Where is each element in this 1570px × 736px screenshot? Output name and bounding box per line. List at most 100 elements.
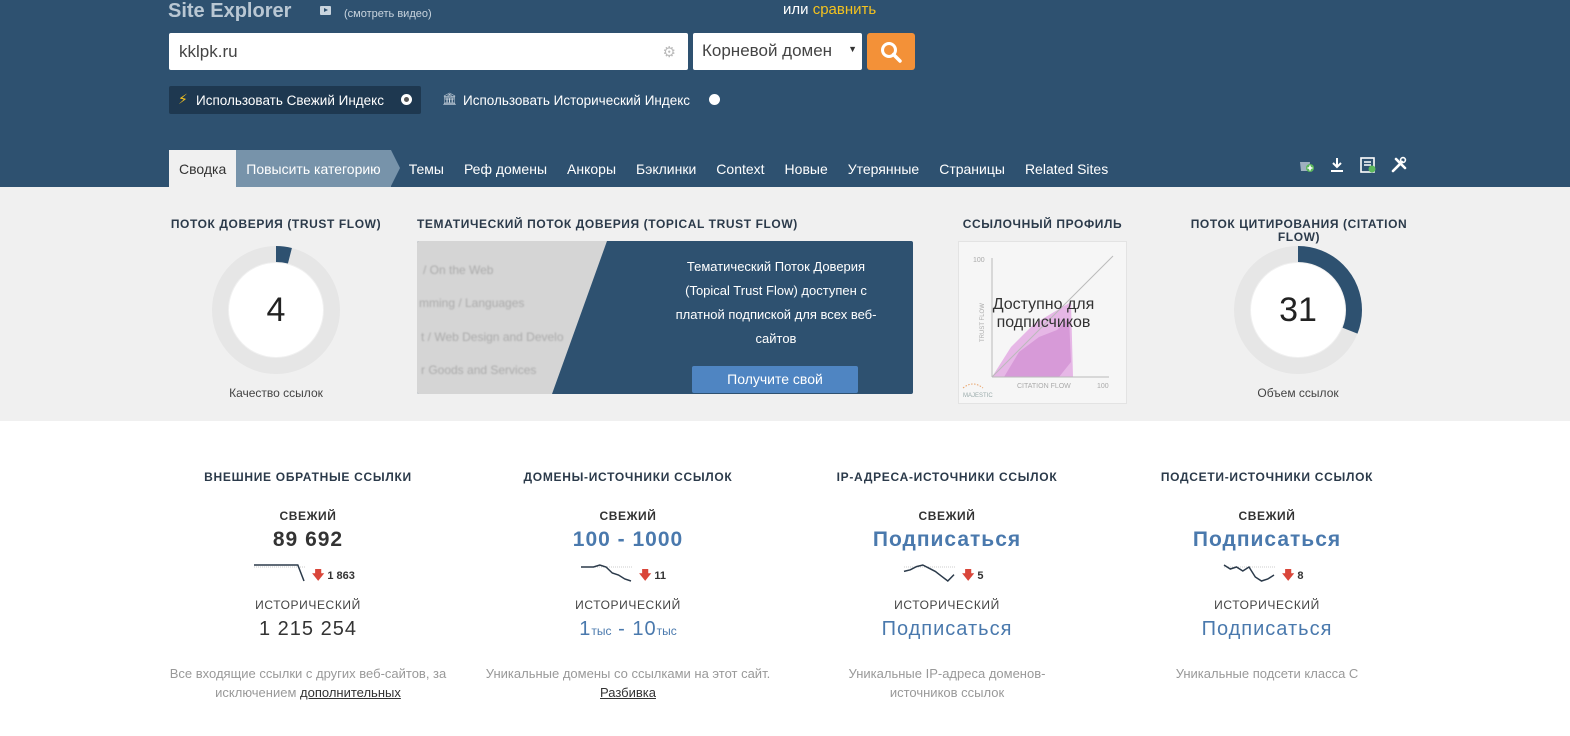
- arrow-down-icon: 🡇: [962, 568, 975, 582]
- stat-title: ДОМЕНЫ-ИСТОЧНИКИ ССЫЛОК: [523, 470, 733, 484]
- tab-backlinks[interactable]: Бэклинки: [626, 150, 706, 187]
- stat-title: ВНЕШНИЕ ОБРАТНЫЕ ССЫЛКИ: [204, 470, 412, 484]
- topical-trust-flow-title: ТЕМАТИЧЕСКИЙ ПОТОК ДОВЕРИЯ (TOPICAL TRUS…: [417, 217, 798, 231]
- arrow-down-icon: 🡇: [312, 568, 325, 582]
- tools-icon[interactable]: [1390, 156, 1408, 174]
- fresh-index-option[interactable]: ⚡ Использовать Свежий Индекс: [169, 86, 421, 114]
- stat-fresh-label: СВЕЖИЙ: [1238, 509, 1296, 523]
- stat-delta: 🡇 8: [1282, 566, 1303, 587]
- scope-select[interactable]: Корневой домен ▼: [693, 33, 862, 70]
- bank-icon: 🏛: [442, 92, 458, 106]
- historic-index-option[interactable]: 🏛 Использовать Исторический Индекс: [442, 92, 720, 108]
- stat-description: Уникальные подсети класса С: [1175, 666, 1359, 681]
- tab-pages[interactable]: Страницы: [929, 150, 1015, 187]
- blurred-topic: t / Web Design and Develo: [421, 330, 564, 344]
- breakdown-link[interactable]: Разбивка: [600, 685, 656, 700]
- hist-low-unit: тыс: [591, 624, 612, 638]
- stat-hist-label: ИСТОРИЧЕСКИЙ: [575, 598, 681, 612]
- subscribe-link[interactable]: Подписаться: [1107, 618, 1427, 641]
- citation-flow-caption: Объем ссылок: [1257, 386, 1339, 400]
- subscribe-link[interactable]: Подписаться: [1107, 528, 1427, 554]
- tab-topics[interactable]: Темы: [399, 150, 454, 187]
- stat-delta: 🡇 5: [962, 566, 983, 587]
- tab-anchors[interactable]: Анкоры: [557, 150, 626, 187]
- compare-prompt: или сравнить: [783, 1, 876, 18]
- download-icon[interactable]: [1328, 156, 1346, 174]
- scope-select-value: Корневой домен: [702, 41, 833, 60]
- citation-flow-value: 31: [1279, 290, 1317, 329]
- blurred-topic: r Goods and Services: [421, 363, 537, 377]
- header: Site Explorer (смотреть видео) или сравн…: [0, 0, 1570, 187]
- historic-index-radio[interactable]: [709, 94, 720, 105]
- blurred-topics-preview: / On the Web mming / Languages t / Web D…: [417, 241, 607, 394]
- trust-flow-value: 4: [266, 290, 286, 329]
- video-icon[interactable]: [320, 6, 331, 15]
- citation-flow-gauge: 31: [1234, 246, 1362, 374]
- watch-video-link[interactable]: (смотреть видео): [344, 8, 432, 20]
- stat-delta-value: 8: [1297, 570, 1304, 582]
- stat-hist-label: ИСТОРИЧЕСКИЙ: [255, 598, 361, 612]
- tab-new[interactable]: Новые: [775, 150, 838, 187]
- get-yours-button[interactable]: Получите свой: [692, 366, 858, 393]
- stat-fresh-value[interactable]: 100 - 1000: [468, 528, 788, 554]
- stat-trend: 🡇 8: [1107, 562, 1427, 590]
- trend-sparkline: [254, 564, 305, 582]
- hist-low: 1: [579, 618, 592, 640]
- blurred-topic: mming / Languages: [419, 296, 525, 310]
- subscribe-link[interactable]: Подписаться: [787, 618, 1107, 641]
- stat-description: Уникальные домены со ссылками на этот са…: [468, 664, 788, 702]
- trust-flow-gauge: 4: [212, 246, 340, 374]
- stat-referring-subnets: ПОДСЕТИ-ИСТОЧНИКИ ССЫЛОК СВЕЖИЙ Подписат…: [1107, 470, 1427, 683]
- fresh-index-radio[interactable]: [401, 94, 412, 105]
- tab-summary[interactable]: Сводка: [169, 150, 237, 187]
- toolbar: [1297, 156, 1408, 174]
- stat-delta-value: 11: [654, 570, 666, 582]
- arrow-down-icon: 🡇: [1282, 568, 1295, 582]
- stat-delta: 🡇 11: [639, 566, 666, 587]
- stat-delta: 🡇 1 863: [312, 566, 355, 587]
- subscribe-link[interactable]: Подписаться: [787, 528, 1107, 554]
- stat-trend: 🡇 1 863: [148, 562, 468, 590]
- trend-sparkline: [903, 564, 955, 583]
- tab-context[interactable]: Context: [706, 150, 774, 187]
- stat-external-backlinks: ВНЕШНИЕ ОБРАТНЫЕ ССЫЛКИ СВЕЖИЙ 89 692 🡇 1…: [148, 470, 468, 702]
- stat-hist-label: ИСТОРИЧЕСКИЙ: [1214, 598, 1320, 612]
- compare-link[interactable]: сравнить: [813, 1, 877, 18]
- report-icon[interactable]: [1359, 156, 1377, 174]
- stat-hist-value: 1 215 254: [259, 618, 357, 640]
- majestic-logo: MAJESTIC: [963, 393, 993, 399]
- stat-hist-label: ИСТОРИЧЕСКИЙ: [894, 598, 1000, 612]
- hist-high-unit: тыс: [656, 624, 677, 638]
- search-button[interactable]: [867, 33, 915, 70]
- stat-title: IP-АДРЕСА-ИСТОЧНИКИ ССЫЛОК: [836, 470, 1058, 484]
- stat-fresh-label: СВЕЖИЙ: [599, 509, 657, 523]
- add-to-bucket-icon[interactable]: [1297, 156, 1315, 174]
- compare-prefix: или: [783, 1, 809, 18]
- stat-description: Все входящие ссылки с других веб-сайтов,…: [148, 664, 468, 702]
- link-profile-y-max: 100: [973, 257, 985, 264]
- stat-fresh-label: СВЕЖИЙ: [279, 509, 337, 523]
- historic-index-label: Использовать Исторический Индекс: [463, 93, 691, 108]
- stat-delta-value: 1 863: [327, 570, 355, 582]
- tab-upgrade[interactable]: Повысить категорию: [236, 150, 401, 187]
- link-profile-x-max: 100: [1097, 383, 1109, 390]
- stat-hist-value[interactable]: 1тыс - 10тыс: [468, 618, 788, 641]
- gear-icon[interactable]: ⚙: [663, 43, 676, 61]
- tab-ref-domains[interactable]: Реф домены: [454, 150, 557, 187]
- arrow-down-icon: 🡇: [639, 568, 652, 582]
- stat-referring-domains: ДОМЕНЫ-ИСТОЧНИКИ ССЫЛОК СВЕЖИЙ 100 - 100…: [468, 470, 788, 702]
- tab-lost[interactable]: Утерянные: [838, 150, 929, 187]
- stat-description: Уникальные IP-адреса доменов-источников …: [848, 666, 1046, 700]
- additional-link[interactable]: дополнительных: [300, 685, 401, 700]
- topical-trust-flow-message: Тематический Поток Доверия (Topical Trus…: [675, 259, 877, 346]
- stat-referring-ips: IP-АДРЕСА-ИСТОЧНИКИ ССЫЛОК СВЕЖИЙ Подпис…: [787, 470, 1107, 702]
- tab-related-sites[interactable]: Related Sites: [1015, 150, 1118, 187]
- lightning-icon: ⚡: [178, 91, 188, 107]
- search-input[interactable]: [169, 33, 649, 70]
- trend-sparkline: [581, 564, 632, 582]
- link-profile-x-axis: CITATION FLOW: [1017, 383, 1071, 390]
- stat-trend: 🡇 5: [787, 562, 1107, 590]
- stat-title: ПОДСЕТИ-ИСТОЧНИКИ ССЫЛОК: [1160, 470, 1374, 484]
- search-icon: [881, 42, 902, 63]
- link-profile-panel[interactable]: 100 100 CITATION FLOW TRUST FLOW MAJESTI…: [958, 241, 1127, 404]
